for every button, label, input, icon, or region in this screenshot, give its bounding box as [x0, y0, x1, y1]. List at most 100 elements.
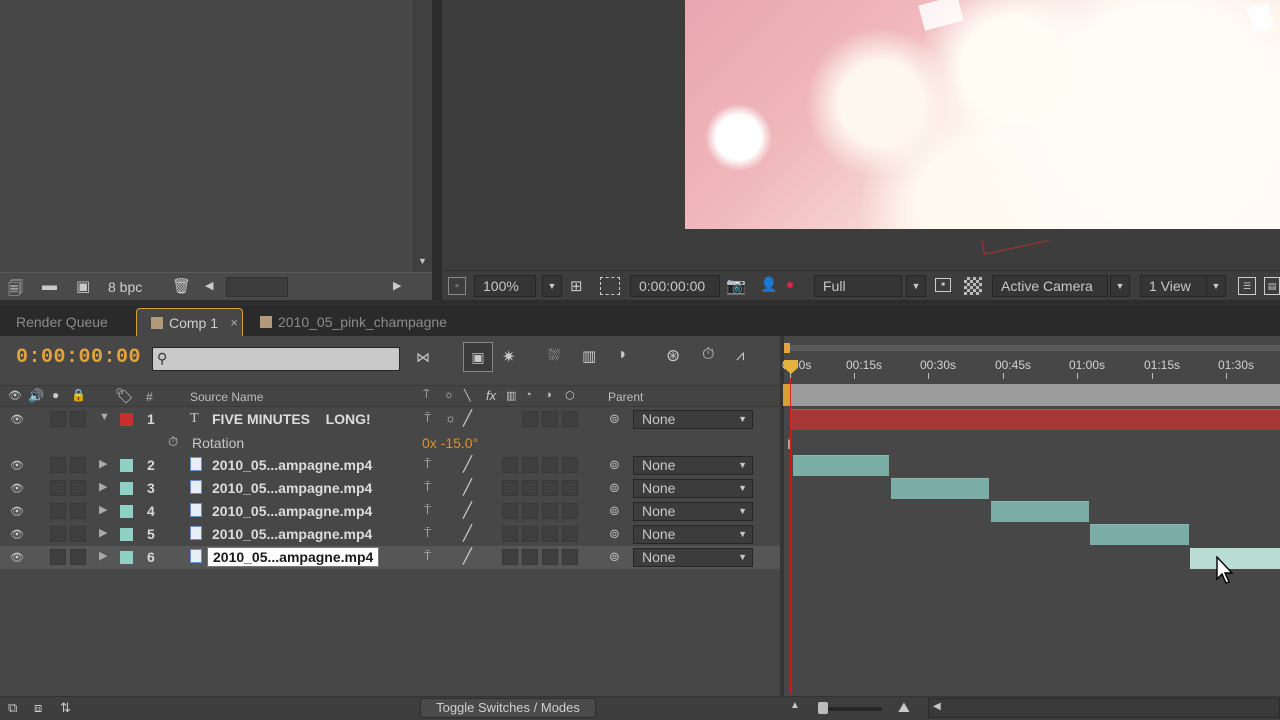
- scroll-left-icon[interactable]: ◀: [205, 279, 213, 292]
- toggle-mask-icon[interactable]: [600, 277, 620, 295]
- label-color-chip[interactable]: [120, 528, 133, 541]
- frame-blend-switch-icon[interactable]: ▥: [506, 389, 516, 402]
- parent-dropdown-icon[interactable]: ▼: [738, 549, 747, 566]
- frame-blending-icon[interactable]: ▥: [582, 347, 596, 365]
- switch-box[interactable]: [562, 457, 578, 473]
- project-hscroll-thumb[interactable]: [226, 277, 288, 297]
- lock-switch[interactable]: [70, 526, 86, 542]
- quality-switch-icon[interactable]: ╱: [463, 524, 472, 542]
- scroll-right-icon[interactable]: ▶: [393, 279, 401, 292]
- viewer-timecode[interactable]: 0:00:00:00: [630, 275, 720, 297]
- quality-switch-icon[interactable]: ╱: [463, 455, 472, 473]
- quality-switch-icon[interactable]: ╱: [463, 409, 472, 427]
- parent-select[interactable]: None ▼: [633, 548, 753, 567]
- visibility-eye-icon[interactable]: 👁: [10, 482, 24, 495]
- layer-switches-pane-icon[interactable]: ⧉: [8, 700, 17, 716]
- audio-icon[interactable]: 🔊: [28, 388, 44, 404]
- expand-right-icon[interactable]: ▶: [99, 503, 107, 516]
- shy-switch-icon[interactable]: ⍑: [423, 389, 430, 402]
- new-comp-icon[interactable]: ▣: [76, 277, 90, 295]
- layer-name[interactable]: 2010_05...ampagne.mp4: [212, 457, 372, 473]
- magnification-dropdown-icon[interactable]: ▼: [542, 275, 562, 297]
- solo-switch[interactable]: [50, 480, 66, 496]
- layer-row[interactable]: 👁 ▶ 3 2010_05...ampagne.mp4 ⍑ ╱ ⊚ None ▼: [0, 477, 780, 500]
- view-layout-select[interactable]: 1 View: [1140, 275, 1210, 297]
- camera-dropdown-icon[interactable]: ▼: [1110, 275, 1130, 297]
- shy-switch-icon[interactable]: ⍑: [424, 503, 431, 518]
- time-navigator[interactable]: [788, 345, 1280, 351]
- adjustment-layer-icon[interactable]: ◑: [545, 389, 552, 401]
- effects-switch-icon[interactable]: fx: [486, 388, 496, 403]
- label-color-chip[interactable]: [120, 413, 133, 426]
- layer-row[interactable]: 👁 ▶ 2 2010_05...ampagne.mp4 ⍑ ╱ ⊚ None ▼: [0, 454, 780, 477]
- parent-dropdown-icon[interactable]: ▼: [738, 480, 747, 497]
- lock-switch[interactable]: [70, 503, 86, 519]
- scroll-left-icon[interactable]: ◀: [933, 701, 941, 712]
- resolution-select[interactable]: Full: [814, 275, 902, 297]
- snapshot-icon[interactable]: 📷: [726, 276, 746, 296]
- work-area-bar[interactable]: [790, 384, 1280, 406]
- label-color-chip[interactable]: [120, 505, 133, 518]
- solo-switch[interactable]: [50, 457, 66, 473]
- layer-row[interactable]: 👁 ▶ 6 2010_05...ampagne.mp4 ⍑ ╱ ⊚ None ▼: [0, 546, 780, 569]
- expand-right-icon[interactable]: ▶: [99, 526, 107, 539]
- 3d-layer-icon[interactable]: ⬡: [565, 389, 575, 402]
- zoom-slider-knob[interactable]: [818, 702, 828, 714]
- close-tab-icon[interactable]: ×: [230, 309, 238, 337]
- column-parent[interactable]: Parent: [608, 390, 643, 404]
- navigator-start-handle[interactable]: [784, 343, 790, 353]
- shy-switch-icon[interactable]: ⍑: [424, 526, 431, 541]
- hide-shy-layers-icon[interactable]: ⛆: [548, 347, 560, 364]
- new-folder-icon[interactable]: ▬: [42, 277, 57, 294]
- layer-row[interactable]: 👁 ▼ 1 T FIVE MINUTES LONG! ⍑ ☼ ╱ ⊚ None ▼: [0, 408, 780, 431]
- switch-box[interactable]: [522, 526, 538, 542]
- switch-box[interactable]: [562, 411, 578, 427]
- layer-name[interactable]: 2010_05...ampagne.mp4: [212, 526, 372, 542]
- switch-box[interactable]: [502, 480, 518, 496]
- zoom-slider[interactable]: [820, 707, 882, 711]
- region-of-interest-icon[interactable]: ■: [935, 278, 951, 292]
- lock-switch[interactable]: [70, 411, 86, 427]
- stopwatch-icon[interactable]: ⏱: [168, 434, 178, 450]
- toggle-pixel-aspect-icon[interactable]: ☰: [1238, 277, 1256, 295]
- timeline-hscroll[interactable]: ◀: [928, 698, 1280, 718]
- switch-box[interactable]: [502, 457, 518, 473]
- motion-blur-switch-icon[interactable]: ◔: [525, 389, 532, 401]
- expand-right-icon[interactable]: ▶: [99, 480, 107, 493]
- quality-switch-icon[interactable]: ╱: [463, 501, 472, 519]
- channels-icon[interactable]: ●: [786, 276, 794, 292]
- layer-row[interactable]: 👁 ▶ 4 2010_05...ampagne.mp4 ⍑ ╱ ⊚ None ▼: [0, 500, 780, 523]
- comp-mini-flowchart-icon[interactable]: ⋈: [416, 349, 430, 366]
- parent-dropdown-icon[interactable]: ▼: [738, 526, 747, 543]
- shy-switch-icon[interactable]: ⍑: [424, 457, 431, 472]
- quality-switch-icon[interactable]: ╱: [463, 547, 472, 565]
- switch-box[interactable]: [562, 480, 578, 496]
- pick-whip-icon[interactable]: ⊚: [609, 526, 620, 542]
- in-out-pane-icon[interactable]: ⇅: [60, 700, 71, 716]
- switch-box[interactable]: [502, 503, 518, 519]
- solo-switch[interactable]: [50, 411, 66, 427]
- switch-box[interactable]: [542, 503, 558, 519]
- tab-footage[interactable]: 2010_05_pink_champagne: [260, 308, 447, 336]
- expand-down-icon[interactable]: ▼: [99, 411, 110, 423]
- project-list[interactable]: [0, 0, 413, 272]
- solo-switch[interactable]: [50, 549, 66, 565]
- graph-editor-icon[interactable]: ⩘: [736, 347, 744, 364]
- show-snapshot-icon[interactable]: 👤: [760, 276, 777, 293]
- column-number[interactable]: #: [146, 390, 153, 404]
- transparency-grid-icon[interactable]: [964, 277, 982, 295]
- brainstorm-icon[interactable]: ⊛: [666, 346, 680, 366]
- draft-3d-icon[interactable]: ✷: [502, 347, 515, 367]
- live-update-icon[interactable]: ▣: [463, 342, 493, 372]
- view-layout-dropdown-icon[interactable]: ▼: [1206, 275, 1226, 297]
- video-visibility-icon[interactable]: 👁: [8, 389, 22, 402]
- column-source-name[interactable]: Source Name: [190, 390, 263, 404]
- switch-box[interactable]: [542, 526, 558, 542]
- switch-box[interactable]: [522, 503, 538, 519]
- parent-dropdown-icon[interactable]: ▼: [738, 411, 747, 428]
- modes-pane-icon[interactable]: ⧈: [34, 700, 42, 716]
- expand-right-icon[interactable]: ▶: [99, 549, 107, 562]
- switch-box[interactable]: [542, 411, 558, 427]
- shy-switch-icon[interactable]: ⍑: [424, 549, 431, 564]
- fast-previews-icon[interactable]: ▤: [1264, 277, 1280, 295]
